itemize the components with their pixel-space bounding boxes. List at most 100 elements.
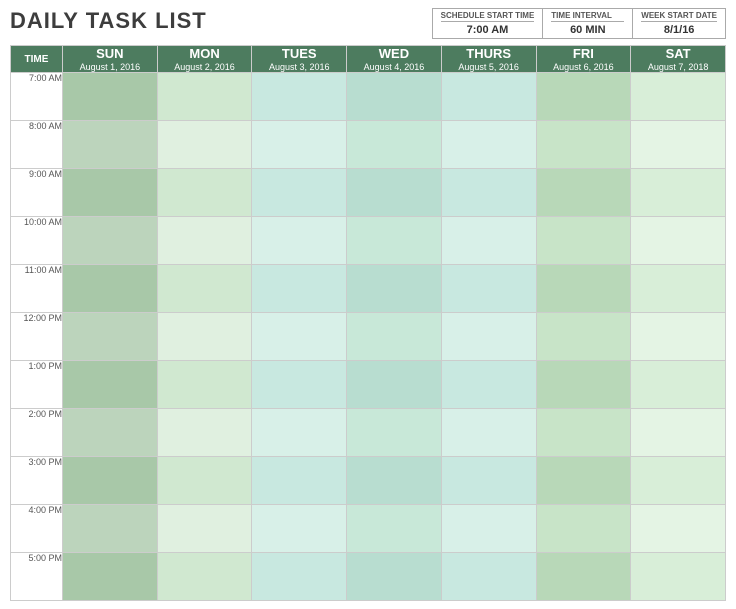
task-cell-0-3[interactable] — [347, 73, 442, 121]
task-cell-8-3[interactable] — [347, 457, 442, 505]
day-name-tue: TUES — [252, 46, 346, 61]
task-cell-2-5[interactable] — [536, 169, 631, 217]
task-cell-5-2[interactable] — [252, 313, 347, 361]
time-label-5: 12:00 PM — [11, 313, 63, 361]
task-cell-3-4[interactable] — [441, 217, 536, 265]
task-cell-4-2[interactable] — [252, 265, 347, 313]
task-cell-5-3[interactable] — [347, 313, 442, 361]
task-cell-5-4[interactable] — [441, 313, 536, 361]
task-cell-4-4[interactable] — [441, 265, 536, 313]
task-cell-0-2[interactable] — [252, 73, 347, 121]
task-cell-2-4[interactable] — [441, 169, 536, 217]
page-title: DAILY TASK LIST — [10, 8, 207, 34]
task-cell-1-6[interactable] — [631, 121, 726, 169]
day-date-wed: August 4, 2016 — [347, 62, 441, 72]
calendar-table: TIME SUN August 1, 2016 MON August 2, 20… — [10, 45, 726, 601]
task-cell-8-6[interactable] — [631, 457, 726, 505]
task-cell-9-1[interactable] — [157, 505, 252, 553]
task-cell-0-5[interactable] — [536, 73, 631, 121]
task-cell-5-5[interactable] — [536, 313, 631, 361]
task-cell-3-0[interactable] — [63, 217, 158, 265]
task-cell-10-5[interactable] — [536, 553, 631, 601]
task-cell-10-0[interactable] — [63, 553, 158, 601]
task-cell-1-5[interactable] — [536, 121, 631, 169]
task-cell-10-4[interactable] — [441, 553, 536, 601]
task-cell-5-1[interactable] — [157, 313, 252, 361]
time-label-6: 1:00 PM — [11, 361, 63, 409]
task-cell-6-5[interactable] — [536, 361, 631, 409]
task-cell-9-6[interactable] — [631, 505, 726, 553]
task-cell-7-1[interactable] — [157, 409, 252, 457]
task-cell-6-3[interactable] — [347, 361, 442, 409]
task-cell-7-2[interactable] — [252, 409, 347, 457]
time-row: 2:00 PM — [11, 409, 726, 457]
task-cell-10-1[interactable] — [157, 553, 252, 601]
task-cell-9-3[interactable] — [347, 505, 442, 553]
task-cell-7-6[interactable] — [631, 409, 726, 457]
task-cell-3-5[interactable] — [536, 217, 631, 265]
task-cell-0-6[interactable] — [631, 73, 726, 121]
task-cell-2-1[interactable] — [157, 169, 252, 217]
task-cell-8-2[interactable] — [252, 457, 347, 505]
task-cell-10-6[interactable] — [631, 553, 726, 601]
meta-week-start: WEEK START DATE 8/1/16 — [632, 9, 725, 38]
header-row: TIME SUN August 1, 2016 MON August 2, 20… — [11, 46, 726, 73]
task-cell-6-1[interactable] — [157, 361, 252, 409]
meta-info: SCHEDULE START TIME 7:00 AM TIME INTERVA… — [432, 8, 726, 39]
task-cell-9-2[interactable] — [252, 505, 347, 553]
task-cell-6-6[interactable] — [631, 361, 726, 409]
task-cell-8-1[interactable] — [157, 457, 252, 505]
task-cell-10-2[interactable] — [252, 553, 347, 601]
task-cell-3-3[interactable] — [347, 217, 442, 265]
task-cell-9-5[interactable] — [536, 505, 631, 553]
task-cell-8-0[interactable] — [63, 457, 158, 505]
task-cell-1-0[interactable] — [63, 121, 158, 169]
task-cell-0-0[interactable] — [63, 73, 158, 121]
task-cell-2-3[interactable] — [347, 169, 442, 217]
task-cell-1-2[interactable] — [252, 121, 347, 169]
col-header-thu: THURS August 5, 2016 — [441, 46, 536, 73]
meta-time-interval: TIME INTERVAL 60 MIN — [542, 9, 632, 38]
task-cell-4-6[interactable] — [631, 265, 726, 313]
task-cell-6-0[interactable] — [63, 361, 158, 409]
day-date-mon: August 2, 2016 — [158, 62, 252, 72]
task-cell-4-1[interactable] — [157, 265, 252, 313]
time-label-3: 10:00 AM — [11, 217, 63, 265]
task-cell-7-5[interactable] — [536, 409, 631, 457]
task-cell-4-0[interactable] — [63, 265, 158, 313]
task-cell-4-5[interactable] — [536, 265, 631, 313]
col-header-fri: FRI August 6, 2016 — [536, 46, 631, 73]
task-cell-7-4[interactable] — [441, 409, 536, 457]
time-interval-value: 60 MIN — [551, 24, 624, 36]
day-name-thu: THURS — [442, 46, 536, 61]
task-cell-8-5[interactable] — [536, 457, 631, 505]
time-label-0: 7:00 AM — [11, 73, 63, 121]
task-cell-10-3[interactable] — [347, 553, 442, 601]
task-cell-5-6[interactable] — [631, 313, 726, 361]
task-cell-0-4[interactable] — [441, 73, 536, 121]
col-header-mon: MON August 2, 2016 — [157, 46, 252, 73]
task-cell-6-4[interactable] — [441, 361, 536, 409]
task-cell-1-4[interactable] — [441, 121, 536, 169]
task-cell-7-3[interactable] — [347, 409, 442, 457]
task-cell-2-6[interactable] — [631, 169, 726, 217]
task-cell-5-0[interactable] — [63, 313, 158, 361]
task-cell-7-0[interactable] — [63, 409, 158, 457]
task-cell-2-0[interactable] — [63, 169, 158, 217]
schedule-start-value: 7:00 AM — [441, 24, 535, 36]
task-cell-9-4[interactable] — [441, 505, 536, 553]
task-cell-3-1[interactable] — [157, 217, 252, 265]
col-header-sun: SUN August 1, 2016 — [63, 46, 158, 73]
task-cell-3-2[interactable] — [252, 217, 347, 265]
task-cell-0-1[interactable] — [157, 73, 252, 121]
task-cell-4-3[interactable] — [347, 265, 442, 313]
task-cell-1-3[interactable] — [347, 121, 442, 169]
task-cell-8-4[interactable] — [441, 457, 536, 505]
task-cell-9-0[interactable] — [63, 505, 158, 553]
task-cell-6-2[interactable] — [252, 361, 347, 409]
task-cell-3-6[interactable] — [631, 217, 726, 265]
time-label-9: 4:00 PM — [11, 505, 63, 553]
task-cell-2-2[interactable] — [252, 169, 347, 217]
time-row: 1:00 PM — [11, 361, 726, 409]
task-cell-1-1[interactable] — [157, 121, 252, 169]
